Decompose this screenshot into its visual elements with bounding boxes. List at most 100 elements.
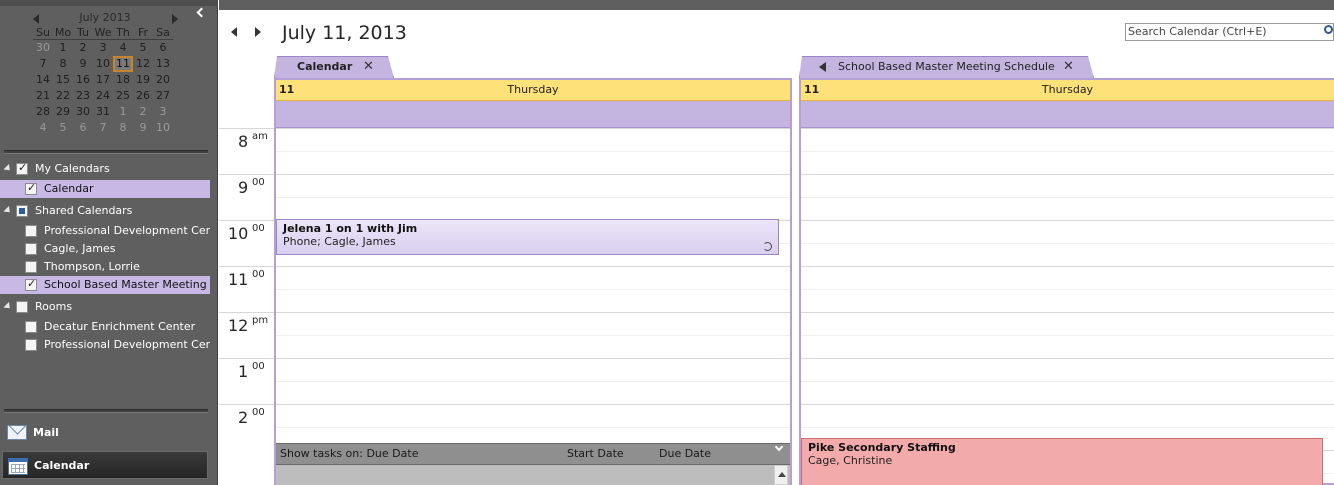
close-icon[interactable]: ✕ [1063,57,1074,77]
mini-calendar-day[interactable]: 17 [93,72,113,88]
collapse-pane-button[interactable] [196,7,206,17]
tasks-bar[interactable]: Show tasks on: Due Date Start Date Due D… [276,442,790,465]
tab-school-based-master[interactable]: School Based Master Meeting Schedule ✕ [799,56,1094,78]
mini-calendar-day[interactable]: 10 [153,120,173,136]
calendar-column[interactable]: 11 Thursday Pike Secondary Staffing Cage… [799,78,1334,485]
checkbox[interactable] [25,243,37,255]
mini-calendar-day[interactable]: 16 [73,72,93,88]
prev-day-icon[interactable] [231,27,237,37]
mini-calendar-day[interactable]: 7 [93,120,113,136]
all-day-area[interactable] [276,101,790,128]
mini-calendar-day[interactable]: 28 [33,104,53,120]
mini-calendar-day[interactable]: 6 [73,120,93,136]
pane-splitter[interactable] [4,150,208,154]
mini-calendar-day[interactable]: 8 [113,120,133,136]
nav-buttons-splitter[interactable] [4,409,208,413]
calendar-item-professional-development[interactable]: Professional Development Center [0,222,210,240]
mini-calendar-day[interactable]: 21 [33,88,53,104]
mini-calendar-day[interactable]: 1 [113,104,133,120]
calendar-item-calendar[interactable]: Calendar [0,180,210,198]
mini-calendar-day[interactable]: 13 [153,56,173,72]
next-day-icon[interactable] [255,27,261,37]
checkbox-my-calendars[interactable] [16,161,28,175]
checkbox-calendar[interactable] [25,181,37,195]
calendar-item-thompson-lorrie[interactable]: Thompson, Lorrie [0,258,210,276]
mini-calendar-day[interactable]: 26 [133,88,153,104]
hour-divider [219,404,274,405]
calendar-view: July 11, 2013 Search Calendar (Ctrl+E) 8… [219,10,1334,485]
overlay-arrow-icon[interactable] [819,62,826,72]
mini-calendar-day[interactable]: 8 [53,56,73,72]
mini-calendar-day[interactable]: 7 [33,56,53,72]
checkbox[interactable] [25,261,37,273]
checkbox-shared-calendars[interactable] [16,205,28,217]
expand-arrow-icon[interactable] [3,163,13,174]
mini-calendar-today[interactable]: 11 [113,56,133,72]
mini-calendar-day[interactable]: 15 [53,72,73,88]
mini-calendar-day[interactable]: 1 [53,40,73,56]
checkbox[interactable] [25,277,37,291]
mini-calendar-day[interactable]: 23 [73,88,93,104]
mini-calendar-day[interactable]: 9 [133,120,153,136]
mini-calendar-day[interactable]: 24 [93,88,113,104]
checkbox[interactable] [25,321,37,333]
mini-calendar-day[interactable]: 29 [53,104,73,120]
weekday-header: Sa [153,26,173,40]
mini-calendar-day[interactable]: 14 [33,72,53,88]
mini-calendar-day[interactable]: 18 [113,72,133,88]
group-shared-calendars[interactable]: Shared Calendars [0,202,210,220]
calendar-nav-button[interactable]: Calendar [2,451,208,479]
mini-calendar-day[interactable]: 4 [113,40,133,56]
mini-calendar-day[interactable]: 30 [73,104,93,120]
room-item-professional-development[interactable]: Professional Development Center [0,336,210,354]
mini-calendar-day[interactable]: 25 [113,88,133,104]
checkbox-rooms[interactable] [16,301,28,313]
prev-month-icon[interactable] [33,14,39,24]
mini-calendar-day[interactable]: 31 [93,104,113,120]
mini-calendar-day[interactable]: 27 [153,88,173,104]
day-header[interactable]: 11 Thursday [801,80,1334,101]
close-icon[interactable]: ✕ [363,57,374,77]
mini-calendar-day[interactable]: 9 [73,56,93,72]
mini-calendar-day[interactable]: 2 [73,40,93,56]
checkbox[interactable] [25,225,37,237]
search-icon[interactable] [1324,25,1333,34]
tasks-list[interactable] [276,465,790,485]
search-input[interactable]: Search Calendar (Ctrl+E) [1125,23,1334,41]
mini-calendar-day[interactable]: 22 [53,88,73,104]
expand-arrow-icon[interactable] [3,301,13,312]
mini-calendar-day[interactable]: 20 [153,72,173,88]
calendar-item-school-based-master[interactable]: School Based Master Meeting Schedule [0,276,210,294]
tasks-due-date-header[interactable]: Due Date [659,444,711,464]
mini-calendar-day[interactable]: 3 [93,40,113,56]
calendar-column[interactable]: 11 Thursday Jelena 1 on 1 with Jim Phone… [274,78,792,485]
expand-arrow-icon[interactable] [3,205,13,216]
tab-label: School Based Master Meeting Schedule [838,60,1055,73]
mini-calendar-day[interactable]: 5 [53,120,73,136]
calendar-item-cagle-james[interactable]: Cagle, James [0,240,210,258]
mini-calendar-day[interactable]: 2 [133,104,153,120]
mini-calendar-day[interactable]: 4 [33,120,53,136]
day-header[interactable]: 11 Thursday [276,80,790,101]
appointment[interactable]: Pike Secondary Staffing Cage, Christine [801,438,1323,485]
chevron-down-icon[interactable] [774,442,784,452]
time-slot-line [801,289,1334,290]
group-rooms[interactable]: Rooms [0,298,210,316]
appointment[interactable]: Jelena 1 on 1 with Jim Phone; Cagle, Jam… [276,219,779,255]
next-month-icon[interactable] [172,14,178,24]
all-day-area[interactable] [801,101,1334,128]
checkbox[interactable] [25,339,37,351]
mini-calendar-day[interactable]: 5 [133,40,153,56]
mini-calendar-day[interactable]: 30 [33,40,53,56]
mail-nav-button[interactable]: Mail [2,419,208,447]
tasks-start-date-header[interactable]: Start Date [567,444,624,464]
scroll-up-button[interactable] [774,465,788,485]
mini-calendar-day[interactable]: 3 [153,104,173,120]
tab-calendar[interactable]: Calendar ✕ [274,56,394,78]
room-item-decatur[interactable]: Decatur Enrichment Center [0,318,210,336]
mini-calendar-day[interactable]: 10 [93,56,113,72]
mini-calendar-day[interactable]: 12 [133,56,153,72]
mini-calendar-day[interactable]: 19 [133,72,153,88]
mini-calendar-day[interactable]: 6 [153,40,173,56]
group-my-calendars[interactable]: My Calendars [0,160,210,178]
